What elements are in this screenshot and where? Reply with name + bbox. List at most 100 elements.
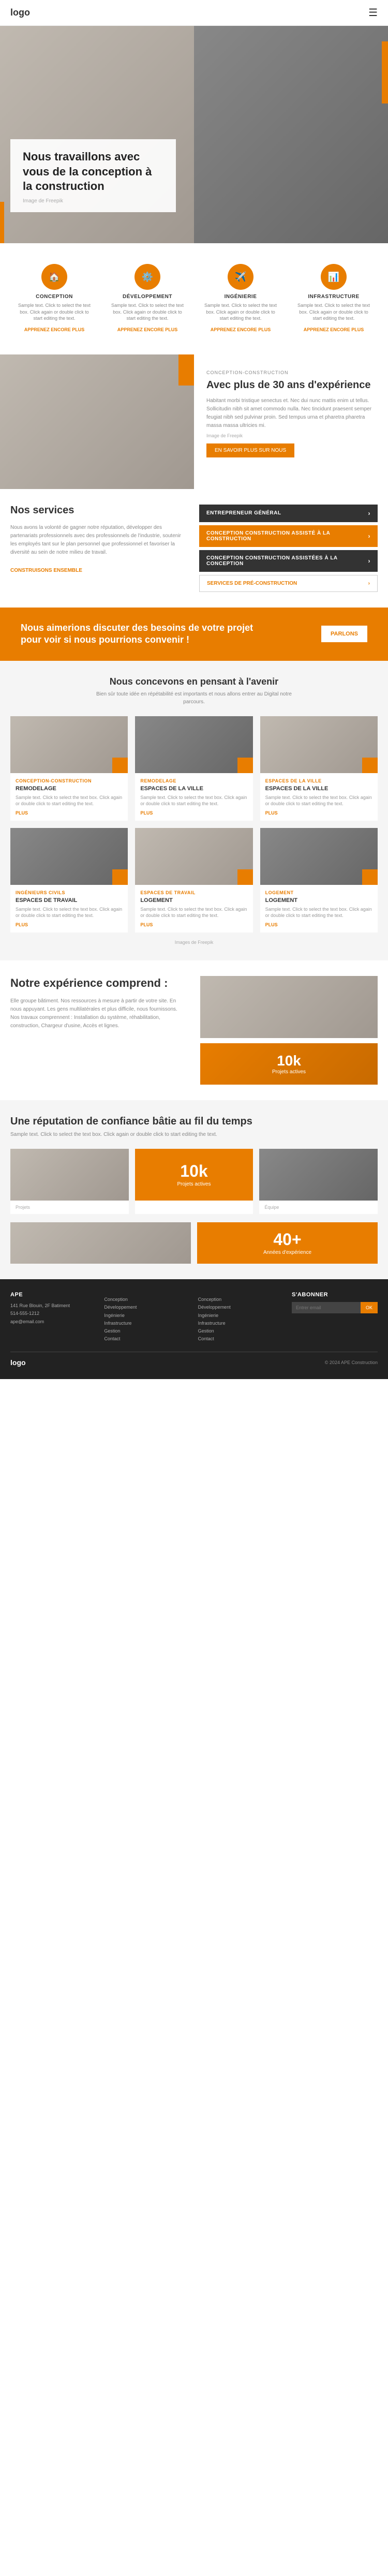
footer-link-1-1[interactable]: Développement xyxy=(104,1304,189,1311)
footer-link-1-3[interactable]: Infrastructure xyxy=(104,1320,189,1327)
experience-button[interactable]: EN SAVOIR PLUS SUR NOUS xyxy=(206,443,294,457)
footer-col-links2: Conception Développement Ingénierie Infr… xyxy=(198,1292,283,1343)
logo[interactable]: logo xyxy=(10,7,30,18)
thinking-card-image-3 xyxy=(10,828,128,885)
nos-services-title: Nos services xyxy=(10,505,189,516)
experience-image-credit: Image de Freepik xyxy=(206,433,376,438)
thinking-card-body-4: ESPACES DE TRAVAIL LOGEMENT Sample text.… xyxy=(135,885,252,932)
experience-orange-accent xyxy=(178,354,194,386)
nos-services-link[interactable]: CONSTRUISONS ENSEMBLE xyxy=(10,568,82,573)
reputation-description: Sample text. Click to select the text bo… xyxy=(10,1131,269,1138)
conception-icon-circle: 🏠 xyxy=(41,264,67,290)
footer-link-2-5[interactable]: Contact xyxy=(198,1335,283,1343)
thinking-title: Nous concevons en pensant à l'avenir xyxy=(10,676,378,687)
footer-grid: APE 141 Rue Blouin, 2F Batiment 514-555-… xyxy=(10,1292,378,1343)
footer-email-input[interactable] xyxy=(292,1302,361,1313)
stat-label: Projets actives xyxy=(272,1069,306,1075)
thinking-card-more-0[interactable]: PLUS xyxy=(16,810,123,816)
developpement-desc: Sample text. Click to select the text bo… xyxy=(109,302,186,322)
service-item-entrepreneur[interactable]: ENTREPRENEUR GÉNÉRAL › xyxy=(199,505,378,522)
exp-comprend-title: Notre expérience comprend : xyxy=(10,976,188,991)
orange-corner-0 xyxy=(112,758,128,773)
reputation-title: Une réputation de confiance bâtie au fil… xyxy=(10,1116,378,1128)
navbar: logo ☰ xyxy=(0,0,388,26)
thinking-card-desc-3: Sample text. Click to select the text bo… xyxy=(16,906,123,919)
experience-section: CONCEPTION-CONSTRUCTION Avec plus de 30 … xyxy=(0,354,388,489)
footer-link-2-1[interactable]: Développement xyxy=(198,1304,283,1311)
experience-content: CONCEPTION-CONSTRUCTION Avec plus de 30 … xyxy=(194,354,388,489)
footer-phone[interactable]: 514-555-1212 xyxy=(10,1310,96,1317)
rep-bottom-stat-label: Années d'expérience xyxy=(263,1249,311,1256)
reputation-section: Une réputation de confiance bâtie au fil… xyxy=(0,1100,388,1279)
footer-link-1-5[interactable]: Contact xyxy=(104,1335,189,1343)
footer: APE 141 Rue Blouin, 2F Batiment 514-555-… xyxy=(0,1279,388,1379)
cta-button[interactable]: PARLONS xyxy=(321,626,367,642)
thinking-card-tag-4: ESPACES DE TRAVAIL xyxy=(140,890,247,895)
footer-link-2-2[interactable]: Ingénierie xyxy=(198,1312,283,1320)
thinking-card-more-2[interactable]: PLUS xyxy=(265,810,372,816)
infrastructure-icon-circle: 📊 xyxy=(321,264,347,290)
exp-comprend-content: Notre expérience comprend : Elle groupe … xyxy=(10,976,188,1035)
service-item-label-0: ENTREPRENEUR GÉNÉRAL xyxy=(206,510,281,516)
footer-link-1-0[interactable]: Conception xyxy=(104,1296,189,1304)
orange-corner-1 xyxy=(237,758,253,773)
services-icons-section: 🏠 CONCEPTION Sample text. Click to selec… xyxy=(0,243,388,354)
footer-subscribe-button[interactable]: OK xyxy=(361,1302,378,1313)
hero-orange-accent-left xyxy=(0,202,4,243)
developpement-link[interactable]: APPRENEZ ENCORE PLUS xyxy=(117,327,178,332)
footer-link-2-3[interactable]: Infrastructure xyxy=(198,1320,283,1327)
thinking-card-more-3[interactable]: PLUS xyxy=(16,922,123,927)
rep-card-image-2 xyxy=(259,1149,378,1201)
thinking-grid-row2: INGÉNIEURS CIVILS ESPACES DE TRAVAIL Sam… xyxy=(10,828,378,932)
service-item-conception[interactable]: CONCEPTION CONSTRUCTION ASSISTÉ À LA CON… xyxy=(199,525,378,547)
thinking-card-title-2: ESPACES DE LA VILLE xyxy=(265,786,372,792)
service-item-conception2[interactable]: CONCEPTION CONSTRUCTION ASSISTÉES À LA C… xyxy=(199,550,378,572)
rep-card-label-2: Équipe xyxy=(264,1205,372,1210)
footer-link-1-4[interactable]: Gestion xyxy=(104,1327,189,1335)
footer-link-2-0[interactable]: Conception xyxy=(198,1296,283,1304)
hero-orange-accent-bar xyxy=(382,41,388,103)
thinking-description: Bien sûr toute idée en répétabilité est … xyxy=(91,690,297,706)
footer-link-2-4[interactable]: Gestion xyxy=(198,1327,283,1335)
thinking-card-tag-1: REMODELAGE xyxy=(140,778,247,783)
service-card-developpement: ⚙️ DÉVELOPPEMENT Sample text. Click to s… xyxy=(103,259,191,339)
rep-card-body-0: Projets xyxy=(10,1201,129,1214)
thinking-card-more-1[interactable]: PLUS xyxy=(140,810,247,816)
service-card-infrastructure: 📊 INFRASTRUCTURE Sample text. Click to s… xyxy=(290,259,378,339)
thinking-card-title-4: LOGEMENT xyxy=(140,897,247,904)
thinking-card-0: CONCEPTION-CONSTRUCTION REMODELAGE Sampl… xyxy=(10,716,128,821)
thinking-card-tag-3: INGÉNIEURS CIVILS xyxy=(16,890,123,895)
rep-card-label-0: Projets xyxy=(16,1205,124,1210)
service-item-label-2: CONCEPTION CONSTRUCTION ASSISTÉES À LA C… xyxy=(206,555,368,567)
thinking-card-image-0 xyxy=(10,716,128,773)
hero-section: Nous travaillons avec vous de la concept… xyxy=(0,26,388,243)
rep-bottom-card-stat: 40+ Années d'expérience xyxy=(197,1222,378,1264)
thinking-card-more-4[interactable]: PLUS xyxy=(140,922,247,927)
footer-link-1-2[interactable]: Ingénierie xyxy=(104,1312,189,1320)
reputation-grid: Projets 10k Projets actives Équipe xyxy=(10,1149,378,1214)
rep-bottom-stat-box: 40+ Années d'expérience xyxy=(197,1222,378,1264)
thinking-card-title-0: REMODELAGE xyxy=(16,786,123,792)
thinking-card-title-5: LOGEMENT xyxy=(265,897,372,904)
thinking-card-title-1: ESPACES DE LA VILLE xyxy=(140,786,247,792)
pre-construction-item[interactable]: SERVICES DE PRÉ-CONSTRUCTION › xyxy=(199,575,378,592)
orange-corner-3 xyxy=(112,869,128,885)
pre-construction-label: SERVICES DE PRÉ-CONSTRUCTION xyxy=(207,581,297,586)
gear-icon: ⚙️ xyxy=(142,272,153,283)
menu-icon[interactable]: ☰ xyxy=(368,6,378,19)
ingenierie-link[interactable]: APPRENEZ ENCORE PLUS xyxy=(211,327,271,332)
conception-link[interactable]: APPRENEZ ENCORE PLUS xyxy=(24,327,85,332)
thinking-card-more-5[interactable]: PLUS xyxy=(265,922,372,927)
nos-services-section: Nos services Nous avons la volonté de ga… xyxy=(0,489,388,608)
plane-icon: ✈️ xyxy=(235,272,246,283)
infrastructure-link[interactable]: APPRENEZ ENCORE PLUS xyxy=(304,327,364,332)
thinking-card-title-3: ESPACES DE TRAVAIL xyxy=(16,897,123,904)
exp-comprend-photo xyxy=(200,976,378,1038)
thinking-card-desc-2: Sample text. Click to select the text bo… xyxy=(265,794,372,807)
thinking-card-desc-1: Sample text. Click to select the text bo… xyxy=(140,794,247,807)
developpement-title: DÉVELOPPEMENT xyxy=(109,294,186,300)
footer-email[interactable]: ape@email.com xyxy=(10,1318,96,1326)
thinking-card-tag-2: ESPACES DE LA VILLE xyxy=(265,778,372,783)
hero-overlay: Nous travaillons avec vous de la concept… xyxy=(10,139,176,212)
arrow-icon-0: › xyxy=(368,510,371,517)
